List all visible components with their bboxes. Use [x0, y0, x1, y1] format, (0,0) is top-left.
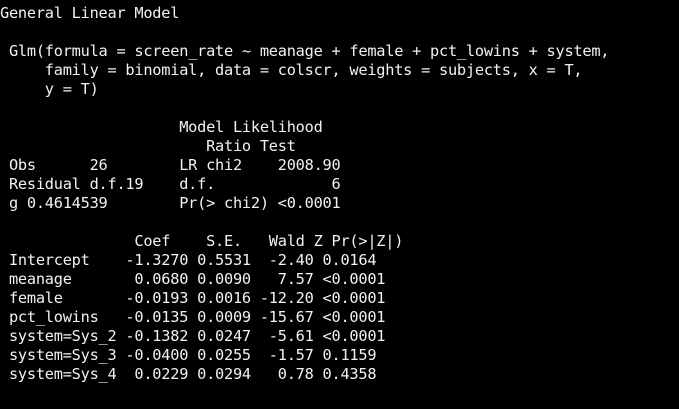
call-line-2: family = binomial, data = colscr, weight…: [0, 61, 583, 79]
lr-header-line-1: Model Likelihood: [0, 118, 323, 136]
lr-header-line-2: Ratio Test: [0, 137, 296, 155]
coef-row-system-sys-4: system=Sys_4 0.0229 0.0294 0.78 0.4358: [0, 365, 377, 383]
stat-row-obs: Obs 26 LR chi2 2008.90: [0, 156, 341, 174]
coef-row-system-sys-3: system=Sys_3 -0.0400 0.0255 -1.57 0.1159: [0, 346, 377, 364]
coef-row-system-sys-2: system=Sys_2 -0.1382 0.0247 -5.61 <0.000…: [0, 327, 386, 345]
model-title: General Linear Model: [0, 4, 180, 22]
stat-row-g: g 0.4614539 Pr(> chi2) <0.0001: [0, 194, 341, 212]
coef-table-header: Coef S.E. Wald Z Pr(>|Z|): [0, 232, 404, 250]
coef-row-meanage: meanage 0.0680 0.0090 7.57 <0.0001: [0, 270, 386, 288]
coef-row-female: female -0.0193 0.0016 -12.20 <0.0001: [0, 289, 386, 307]
coef-row-pct-lowins: pct_lowins -0.0135 0.0009 -15.67 <0.0001: [0, 308, 386, 326]
stat-row-residual: Residual d.f.19 d.f. 6: [0, 175, 341, 193]
call-line-1: Glm(formula = screen_rate ~ meanage + fe…: [0, 42, 610, 60]
call-line-3: y = T): [0, 80, 99, 98]
coef-row-intercept: Intercept -1.3270 0.5531 -2.40 0.0164: [0, 251, 377, 269]
r-console-output: General Linear Model Glm(formula = scree…: [0, 0, 679, 409]
